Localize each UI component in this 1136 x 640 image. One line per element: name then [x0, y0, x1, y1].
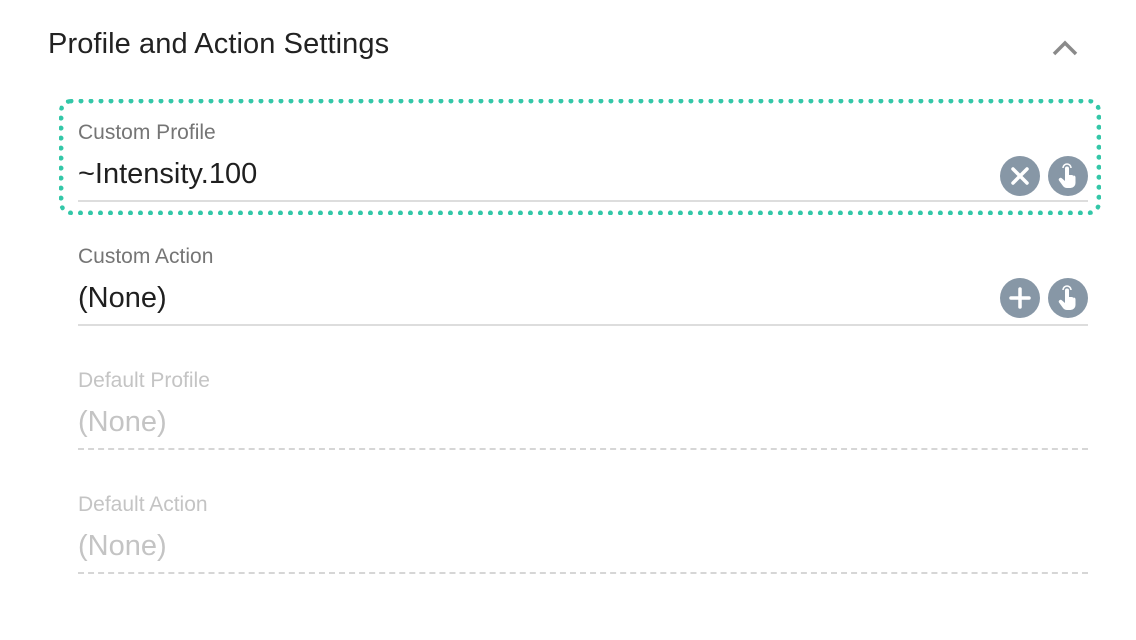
- field-label: Default Action: [78, 493, 208, 516]
- field-underline: [78, 200, 1088, 202]
- tap-select-icon: [1058, 163, 1076, 188]
- clear-button[interactable]: [1000, 156, 1040, 196]
- field-underline: [78, 324, 1088, 326]
- tap-select-icon: [1058, 285, 1076, 310]
- chevron-up-icon: [1052, 40, 1078, 56]
- field-label: Custom Action: [78, 245, 214, 268]
- custom-action-field[interactable]: Custom Action (None): [78, 244, 1088, 326]
- field-value[interactable]: (None): [78, 280, 1088, 316]
- field-label: Default Profile: [78, 369, 210, 392]
- tap-select-button[interactable]: [1048, 156, 1088, 196]
- custom-profile-field[interactable]: Custom Profile ~Intensity.100: [78, 120, 1088, 202]
- default-action-field: Default Action (None): [78, 492, 1088, 574]
- clear-icon: [1011, 167, 1029, 185]
- add-icon: [1009, 287, 1031, 309]
- add-button[interactable]: [1000, 278, 1040, 318]
- field-value: (None): [78, 530, 167, 562]
- field-underline: [78, 572, 1088, 574]
- field-label: Custom Profile: [78, 121, 216, 144]
- field-underline: [78, 448, 1088, 450]
- collapse-section-button[interactable]: [1050, 34, 1080, 62]
- default-profile-field: Default Profile (None): [78, 368, 1088, 450]
- tap-select-button[interactable]: [1048, 278, 1088, 318]
- field-value[interactable]: ~Intensity.100: [78, 156, 1088, 192]
- field-value: (None): [78, 406, 167, 438]
- section-title: Profile and Action Settings: [48, 28, 390, 60]
